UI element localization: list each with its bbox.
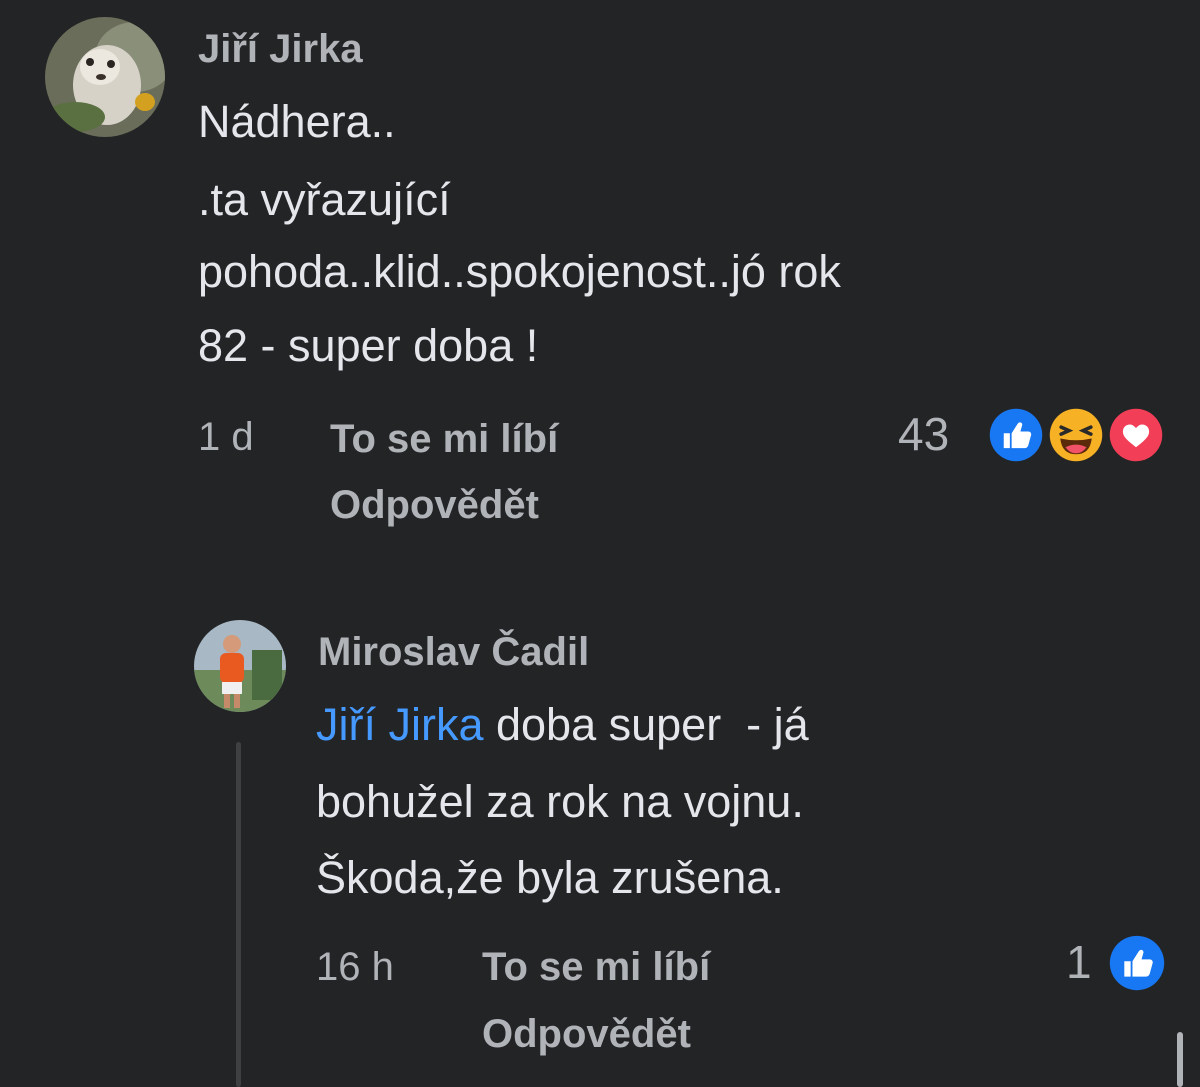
comment-line-3: pohoda..klid..spokojenost..jó rok [198, 246, 841, 297]
scrollbar[interactable] [1177, 1032, 1183, 1087]
love-icon[interactable] [1104, 403, 1168, 467]
avatar-jiri-jirka[interactable] [45, 17, 165, 137]
reply-line-2: bohužel za rok na vojnu. [316, 776, 804, 827]
comment-reply-button[interactable]: Odpovědět [330, 483, 539, 528]
reply-line-3: Škoda,že byla zrušena. [316, 852, 784, 903]
like-icon[interactable] [1104, 930, 1170, 996]
comment-like-button[interactable]: To se mi líbí [330, 417, 558, 462]
comment-line-4: 82 - super doba ! [198, 320, 539, 371]
comment-line-2: .ta vyřazující [198, 174, 451, 225]
haha-icon[interactable] [1044, 403, 1108, 467]
like-icon[interactable] [984, 403, 1048, 467]
reply-reply-button[interactable]: Odpovědět [482, 1012, 691, 1057]
reply-like-button[interactable]: To se mi líbí [482, 945, 710, 990]
reply-line-1: Jiří Jirka doba super - já [316, 693, 809, 757]
comment-reaction-count[interactable]: 43 [898, 407, 949, 461]
thread-line [236, 742, 241, 1087]
comment-author[interactable]: Jiří Jirka [198, 27, 363, 72]
comment-line-1: Nádhera.. [198, 96, 396, 147]
reply-mention[interactable]: Jiří Jirka [316, 699, 484, 750]
reply-line-1-text: doba super - já [483, 699, 809, 750]
avatar-miroslav-cadil[interactable] [194, 620, 286, 712]
reply-timestamp[interactable]: 16 h [316, 945, 394, 990]
comment-timestamp[interactable]: 1 d [198, 415, 254, 460]
reply-author[interactable]: Miroslav Čadil [318, 630, 589, 675]
reply-reaction-count[interactable]: 1 [1066, 935, 1092, 989]
